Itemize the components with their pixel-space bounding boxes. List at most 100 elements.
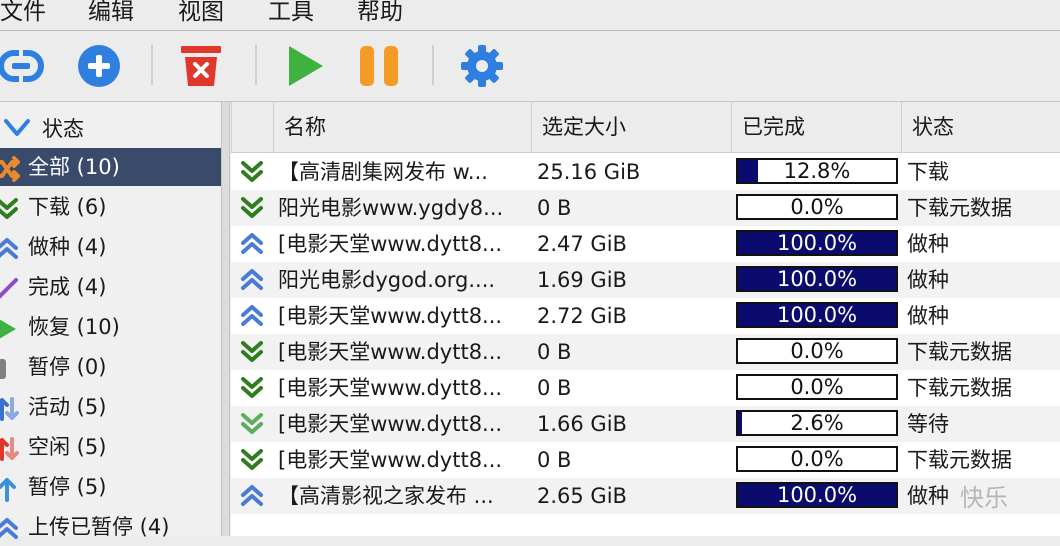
table-row[interactable]: [电影天堂www.dytt8... 2.47 GiB 100.0% 做种: [231, 226, 1060, 262]
progress-label: 0.0%: [790, 447, 844, 471]
table-row[interactable]: [电影天堂www.dytt8... 0 B 0.0% 下载元数据: [231, 334, 1060, 370]
updown-arrows-icon: [0, 397, 19, 421]
table-row[interactable]: 阳光电影www.ygdy8... 0 B 0.0% 下载元数据: [231, 190, 1060, 226]
progress-cell: 100.0%: [736, 226, 900, 262]
menu-edit[interactable]: 编辑: [88, 0, 134, 27]
progress-label: 100.0%: [776, 303, 858, 327]
torrent-size: 0 B: [537, 448, 572, 472]
download-status-icon: [241, 449, 263, 470]
torrent-status: 做种: [907, 268, 949, 292]
download-status-icon: [241, 377, 263, 398]
download-status-icon: [241, 341, 263, 362]
menu-file[interactable]: 文件: [0, 0, 46, 27]
menu-view[interactable]: 视图: [178, 0, 224, 27]
sidebar-filter-label: 暂停 (5): [28, 475, 107, 499]
torrent-status: 下载元数据: [907, 196, 1012, 220]
table-row[interactable]: 【高清剧集网发布 w... 25.16 GiB 12.8% 下载: [231, 154, 1060, 190]
row-status-icon-cell: [235, 298, 269, 334]
torrent-name: 【高清影视之家发布 ...: [278, 484, 494, 508]
sidebar-filter-item[interactable]: 暂停 (5): [0, 468, 221, 506]
progress-label: 2.6%: [790, 411, 844, 435]
table-row[interactable]: 阳光电影dygod.org.... 1.69 GiB 100.0% 做种: [231, 262, 1060, 298]
sidebar-filter-icon: [0, 196, 18, 219]
sidebar-filter-item[interactable]: 活动 (5): [0, 388, 221, 426]
column-header-progress[interactable]: 已完成: [731, 102, 901, 152]
torrent-name: [电影天堂www.dytt8...: [278, 412, 503, 436]
splitter-handle[interactable]: [221, 102, 230, 536]
sidebar-filter-label: 完成 (4): [28, 275, 107, 299]
sidebar-filter-item[interactable]: 全部 (10): [0, 148, 221, 186]
progress-bar: 2.6%: [736, 410, 898, 436]
column-header-size[interactable]: 选定大小: [531, 102, 731, 152]
progress-bar: 12.8%: [736, 158, 898, 184]
add-torrent-button[interactable]: [76, 43, 122, 89]
progress-bar: 0.0%: [736, 194, 898, 220]
row-status-icon-cell: [235, 262, 269, 298]
sidebar-filter-icon: [0, 476, 16, 502]
torrent-status: 做种: [907, 232, 949, 256]
table-row[interactable]: [电影天堂www.dytt8... 0 B 0.0% 下载元数据: [231, 370, 1060, 406]
status-filter-title: 状态: [42, 117, 84, 141]
progress-bar: 100.0%: [736, 230, 898, 256]
resume-button[interactable]: [282, 43, 328, 89]
progress-bar: 100.0%: [736, 302, 898, 328]
progress-bar: 0.0%: [736, 374, 898, 400]
check-slash-icon: [0, 278, 18, 299]
column-header-status[interactable]: 状态: [901, 102, 1060, 152]
torrent-table: 名称 选定大小 已完成 状态 【高清剧集网发布 w... 25.16 GiB 12.…: [231, 102, 1060, 536]
progress-bar: 0.0%: [736, 338, 898, 364]
torrent-name: [电影天堂www.dytt8...: [278, 304, 503, 328]
torrent-status: 下载元数据: [907, 340, 1012, 364]
play-icon: [289, 46, 323, 86]
options-button[interactable]: [459, 43, 505, 89]
sidebar-filter-label: 下载 (6): [28, 195, 107, 219]
sidebar-filter-item[interactable]: 暂停 (0): [0, 348, 221, 386]
toolbar-divider: [151, 45, 153, 85]
download-chevron-icon: [0, 198, 18, 219]
torrent-name: [电影天堂www.dytt8...: [278, 376, 503, 400]
row-status-icon-cell: [235, 478, 269, 514]
status-filter-header[interactable]: 状态: [0, 112, 221, 146]
torrent-size: 0 B: [537, 196, 572, 220]
menu-tools[interactable]: 工具: [268, 0, 314, 27]
sidebar-filter-label: 活动 (5): [28, 395, 107, 419]
delete-button[interactable]: [178, 43, 224, 89]
torrent-name: 阳光电影www.ygdy8...: [278, 196, 504, 220]
menu-bar: 文件 编辑 视图 工具 帮助: [0, 0, 1060, 31]
table-row[interactable]: [电影天堂www.dytt8... 2.72 GiB 100.0% 做种: [231, 298, 1060, 334]
row-status-icon-cell: [235, 334, 269, 370]
torrent-status: 等待: [907, 412, 949, 436]
status-filter-sidebar: 状态 全部 (10) 下载 (6) 做种 (4) 完成 (4) 恢复 (10) 暂停 (0…: [0, 102, 221, 539]
menu-help[interactable]: 帮助: [357, 0, 403, 27]
table-row[interactable]: [电影天堂www.dytt8... 0 B 0.0% 下载元数据: [231, 442, 1060, 478]
progress-bar: 100.0%: [736, 266, 898, 292]
sidebar-filter-item[interactable]: 做种 (4): [0, 228, 221, 266]
sidebar-filter-item[interactable]: 完成 (4): [0, 268, 221, 306]
link-icon: [0, 49, 44, 83]
chevron-down-icon: [4, 119, 30, 136]
row-status-icon-cell: [235, 190, 269, 226]
torrent-status: 做种: [907, 304, 949, 328]
sidebar-filter-item[interactable]: 下载 (6): [0, 188, 221, 226]
torrent-size: 1.66 GiB: [537, 412, 627, 436]
upload-chevron-icon: [0, 518, 18, 539]
table-row[interactable]: [电影天堂www.dytt8... 1.66 GiB 2.6% 等待: [231, 406, 1060, 442]
row-status-icon-cell: [235, 442, 269, 478]
sidebar-filter-item[interactable]: 上传已暂停 (4): [0, 508, 221, 546]
table-row[interactable]: 【高清影视之家发布 ... 2.65 GiB 100.0% 做种: [231, 478, 1060, 514]
torrent-status: 做种: [907, 484, 949, 508]
progress-cell: 100.0%: [736, 298, 900, 334]
sidebar-filter-item[interactable]: 空闲 (5): [0, 428, 221, 466]
column-header-name[interactable]: 名称: [273, 102, 531, 152]
progress-bar: 0.0%: [736, 446, 898, 472]
sidebar-filter-icon: [0, 236, 18, 259]
toolbar-divider: [255, 45, 257, 85]
column-header-icon[interactable]: [231, 102, 273, 152]
torrent-size: 2.65 GiB: [537, 484, 627, 508]
sidebar-filter-label: 上传已暂停 (4): [28, 515, 170, 539]
sidebar-filter-item[interactable]: 恢复 (10): [0, 308, 221, 346]
add-link-button[interactable]: [0, 43, 44, 89]
download-status-icon: [241, 161, 263, 182]
pause-button[interactable]: [356, 43, 402, 89]
pause-icon: [0, 359, 6, 379]
